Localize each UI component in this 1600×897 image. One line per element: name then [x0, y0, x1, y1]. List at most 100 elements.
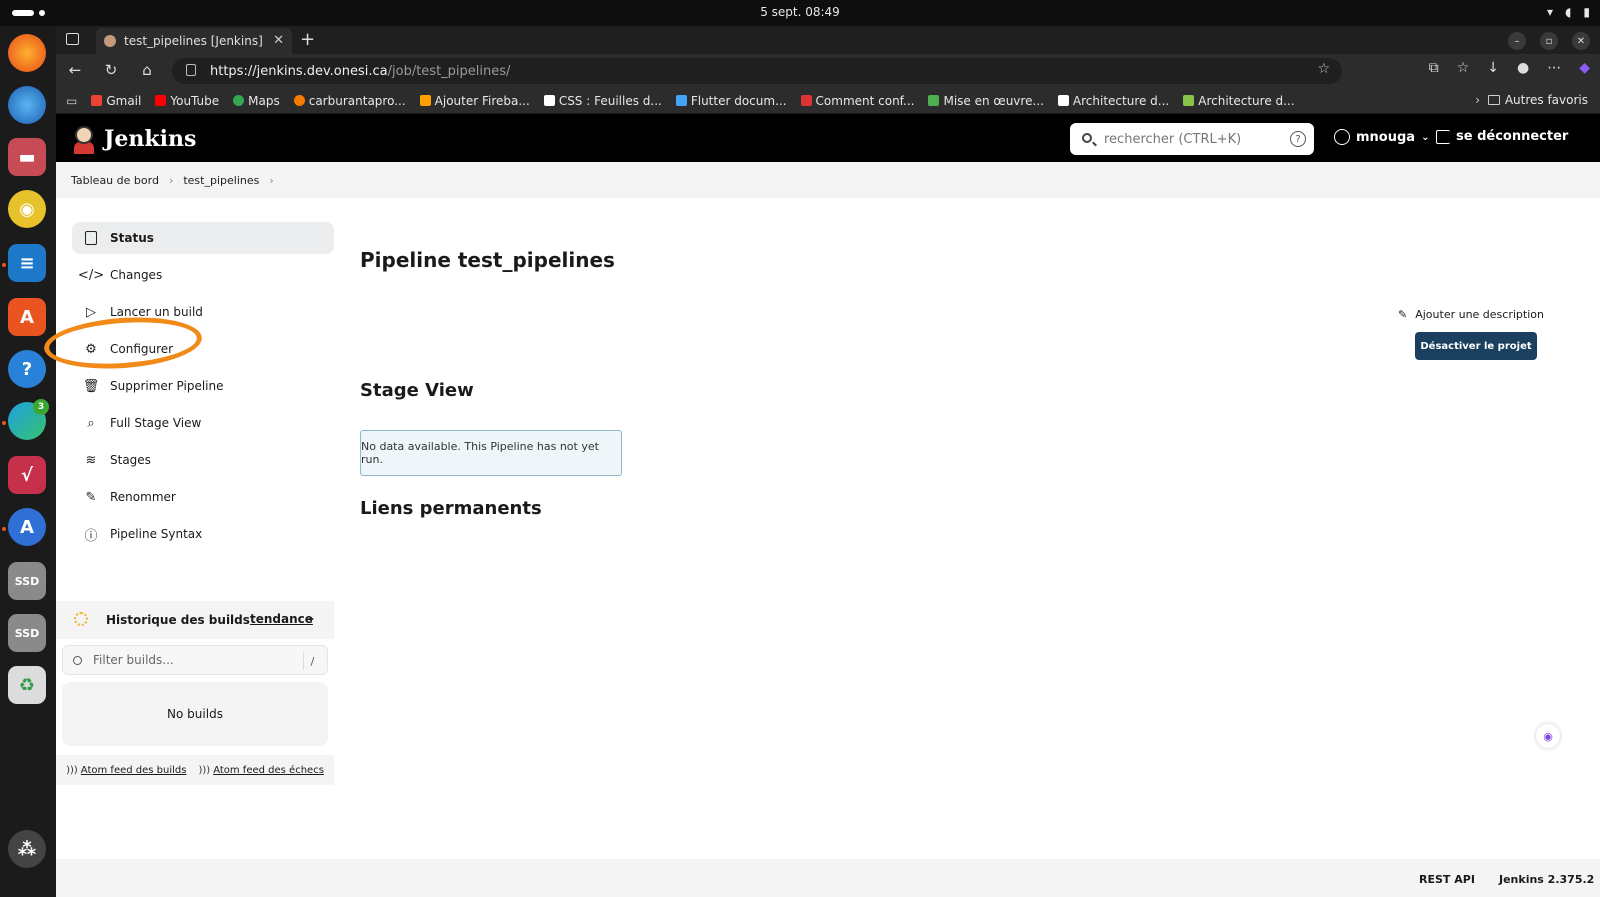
- reload-icon[interactable]: ↻: [100, 61, 122, 79]
- page-footer: REST API Jenkins 2.375.2: [56, 859, 1600, 897]
- address-bar[interactable]: https://jenkins.dev.onesi.ca/job/test_pi…: [172, 58, 1342, 84]
- pdf-editor-icon[interactable]: √: [8, 456, 46, 494]
- build-history-header: Historique des builds tendance ⌄: [56, 601, 334, 639]
- extensions-icon[interactable]: ⧉: [1429, 60, 1439, 76]
- sidebar-toggle-icon[interactable]: [66, 33, 79, 45]
- restore-icon[interactable]: ▫: [1540, 32, 1558, 50]
- chevron-right-icon[interactable]: ›: [169, 174, 173, 187]
- atom-feed-builds-link[interactable]: Atom feed des builds: [81, 765, 187, 776]
- firefox-icon[interactable]: [8, 34, 46, 72]
- atom-feeds: ))) Atom feed des builds ))) Atom feed des…: [56, 755, 334, 785]
- jenkins-logo[interactable]: Jenkins: [72, 124, 196, 154]
- code-icon: </>: [77, 267, 105, 283]
- sidebar-item-pipeline-syntax[interactable]: ⓘ Pipeline Syntax: [72, 518, 334, 550]
- add-description-link[interactable]: ✎ Ajouter une description: [1398, 308, 1544, 321]
- bookmark-architecture-1[interactable]: Architecture d...: [1057, 94, 1169, 108]
- no-builds-message: No builds: [62, 682, 328, 746]
- home-icon[interactable]: ⌂: [136, 61, 158, 79]
- logout-link[interactable]: se déconnecter: [1436, 129, 1568, 144]
- tab-jenkins[interactable]: test_pipelines [Jenkins] ✕: [96, 28, 292, 54]
- downloads-icon[interactable]: ↓: [1487, 60, 1499, 76]
- sidebar-item-delete[interactable]: 🗑 Supprimer Pipeline: [72, 370, 334, 402]
- rhythmbox-icon[interactable]: ◉: [8, 190, 46, 228]
- toolbar-actions: ⧉ ☆ ↓ ● ⋯ ◆: [1429, 60, 1590, 76]
- lock-icon[interactable]: [186, 64, 196, 76]
- close-window-icon[interactable]: ✕: [1572, 32, 1590, 50]
- disable-project-button[interactable]: Désactiver le projet: [1415, 332, 1537, 360]
- bookmark-comment[interactable]: Comment conf...: [800, 94, 914, 108]
- sidebar-item-label: Supprimer Pipeline: [110, 379, 224, 393]
- thunderbird-icon[interactable]: [8, 86, 46, 124]
- ssd-drive-icon[interactable]: SSD: [8, 562, 46, 600]
- breadcrumb-dashboard[interactable]: Tableau de bord: [71, 174, 159, 187]
- writer-icon[interactable]: ≡: [8, 244, 46, 282]
- bookmark-architecture-2[interactable]: Architecture d...: [1183, 94, 1295, 108]
- volume-icon[interactable]: ◖: [1565, 5, 1571, 19]
- minimize-icon[interactable]: –: [1508, 32, 1526, 50]
- trash-icon: 🗑: [82, 378, 100, 394]
- browser-window: test_pipelines [Jenkins] ✕ + – ▫ ✕ ← ↻ ⌂…: [42, 26, 1600, 897]
- ssd-drive-icon[interactable]: SSD: [8, 614, 46, 652]
- bookmark-maps[interactable]: Maps: [233, 94, 280, 108]
- bookmark-gmail[interactable]: Gmail: [91, 94, 141, 108]
- search-icon: [73, 656, 82, 665]
- sidebar-item-label: Stages: [110, 453, 151, 467]
- play-icon: ▷: [86, 304, 96, 320]
- profile-icon[interactable]: ●: [1517, 60, 1529, 76]
- bookmark-youtube[interactable]: YouTube: [155, 94, 219, 108]
- bookmark-flutter[interactable]: Flutter docum...: [675, 94, 787, 108]
- software-updater-icon[interactable]: A: [8, 508, 46, 546]
- jenkins-header: Jenkins rechercher (CTRL+K) ? mnouga ⌄ s…: [56, 114, 1600, 162]
- sidebar-item-label: Renommer: [110, 490, 176, 504]
- sidebar-item-changes[interactable]: </> Changes: [72, 259, 334, 291]
- edge-icon[interactable]: 3: [8, 399, 49, 440]
- logout-label: se déconnecter: [1456, 129, 1569, 144]
- close-tab-icon[interactable]: ✕: [273, 33, 284, 48]
- app-center-icon[interactable]: A: [8, 298, 46, 336]
- jenkins-version-link[interactable]: Jenkins 2.375.2: [1499, 873, 1594, 886]
- search-icon: ⌕: [87, 415, 95, 431]
- stage-view-title: Stage View: [360, 380, 474, 401]
- battery-icon[interactable]: ▮: [1583, 5, 1590, 19]
- layers-icon: ≋: [85, 452, 97, 468]
- chevron-right-icon[interactable]: ›: [1475, 93, 1480, 107]
- sidebar-item-stages[interactable]: ≋ Stages: [72, 444, 334, 476]
- trash-bin-icon[interactable]: ♻: [8, 666, 46, 704]
- sidebar-item-rename[interactable]: ✎ Renommer: [72, 481, 334, 513]
- user-menu[interactable]: mnouga ⌄: [1334, 129, 1429, 145]
- jenkins-page: Jenkins rechercher (CTRL+K) ? mnouga ⌄ s…: [42, 114, 1600, 897]
- system-clock[interactable]: 5 sept. 08:49: [0, 5, 1600, 19]
- filter-builds-input[interactable]: Filter builds... /: [62, 645, 328, 675]
- bookmark-css[interactable]: CSS : Feuilles d...: [543, 94, 662, 108]
- help-icon: ⓘ: [84, 528, 98, 544]
- trend-link[interactable]: tendance: [250, 612, 313, 626]
- favorite-star-icon[interactable]: ☆: [1317, 61, 1330, 77]
- help-app-icon[interactable]: ?: [8, 350, 46, 388]
- new-tab-icon[interactable]: +: [300, 29, 315, 50]
- system-tray[interactable]: ▾ ◖ ▮: [1547, 5, 1590, 19]
- search-input[interactable]: rechercher (CTRL+K) ?: [1070, 123, 1314, 155]
- search-help-icon[interactable]: ?: [1290, 131, 1306, 147]
- files-icon[interactable]: ▬: [8, 138, 46, 176]
- rest-api-link[interactable]: REST API: [1419, 873, 1475, 886]
- sidebar-item-status[interactable]: ▤ Status: [72, 222, 334, 254]
- bookmark-carburant[interactable]: carburantapro...: [293, 94, 406, 108]
- favorites-icon[interactable]: ☆: [1457, 60, 1470, 76]
- bookmark-firebase[interactable]: Ajouter Fireba...: [419, 94, 530, 108]
- sidebar-item-full-stage-view[interactable]: ⌕ Full Stage View: [72, 407, 334, 439]
- back-icon[interactable]: ←: [64, 61, 86, 79]
- other-bookmarks[interactable]: Autres favoris: [1487, 93, 1588, 107]
- chevron-right-icon[interactable]: ›: [269, 174, 273, 187]
- ai-assistant-icon[interactable]: ◉: [1536, 724, 1560, 748]
- reading-list-icon[interactable]: ▭: [66, 94, 77, 108]
- wifi-icon[interactable]: ▾: [1547, 5, 1553, 19]
- page-title: Pipeline test_pipelines: [360, 248, 615, 272]
- atom-feed-failures-link[interactable]: Atom feed des échecs: [213, 765, 324, 776]
- breadcrumb-job[interactable]: test_pipelines: [183, 174, 259, 187]
- more-menu-icon[interactable]: ⋯: [1547, 60, 1561, 76]
- pencil-icon: ✎: [85, 489, 97, 505]
- chevron-down-icon[interactable]: ⌄: [306, 610, 316, 624]
- show-apps-icon[interactable]: ⁂: [8, 830, 46, 868]
- copilot-icon[interactable]: ◆: [1579, 60, 1590, 76]
- bookmark-mise-en-oeuvre[interactable]: Mise en œuvre...: [928, 94, 1044, 108]
